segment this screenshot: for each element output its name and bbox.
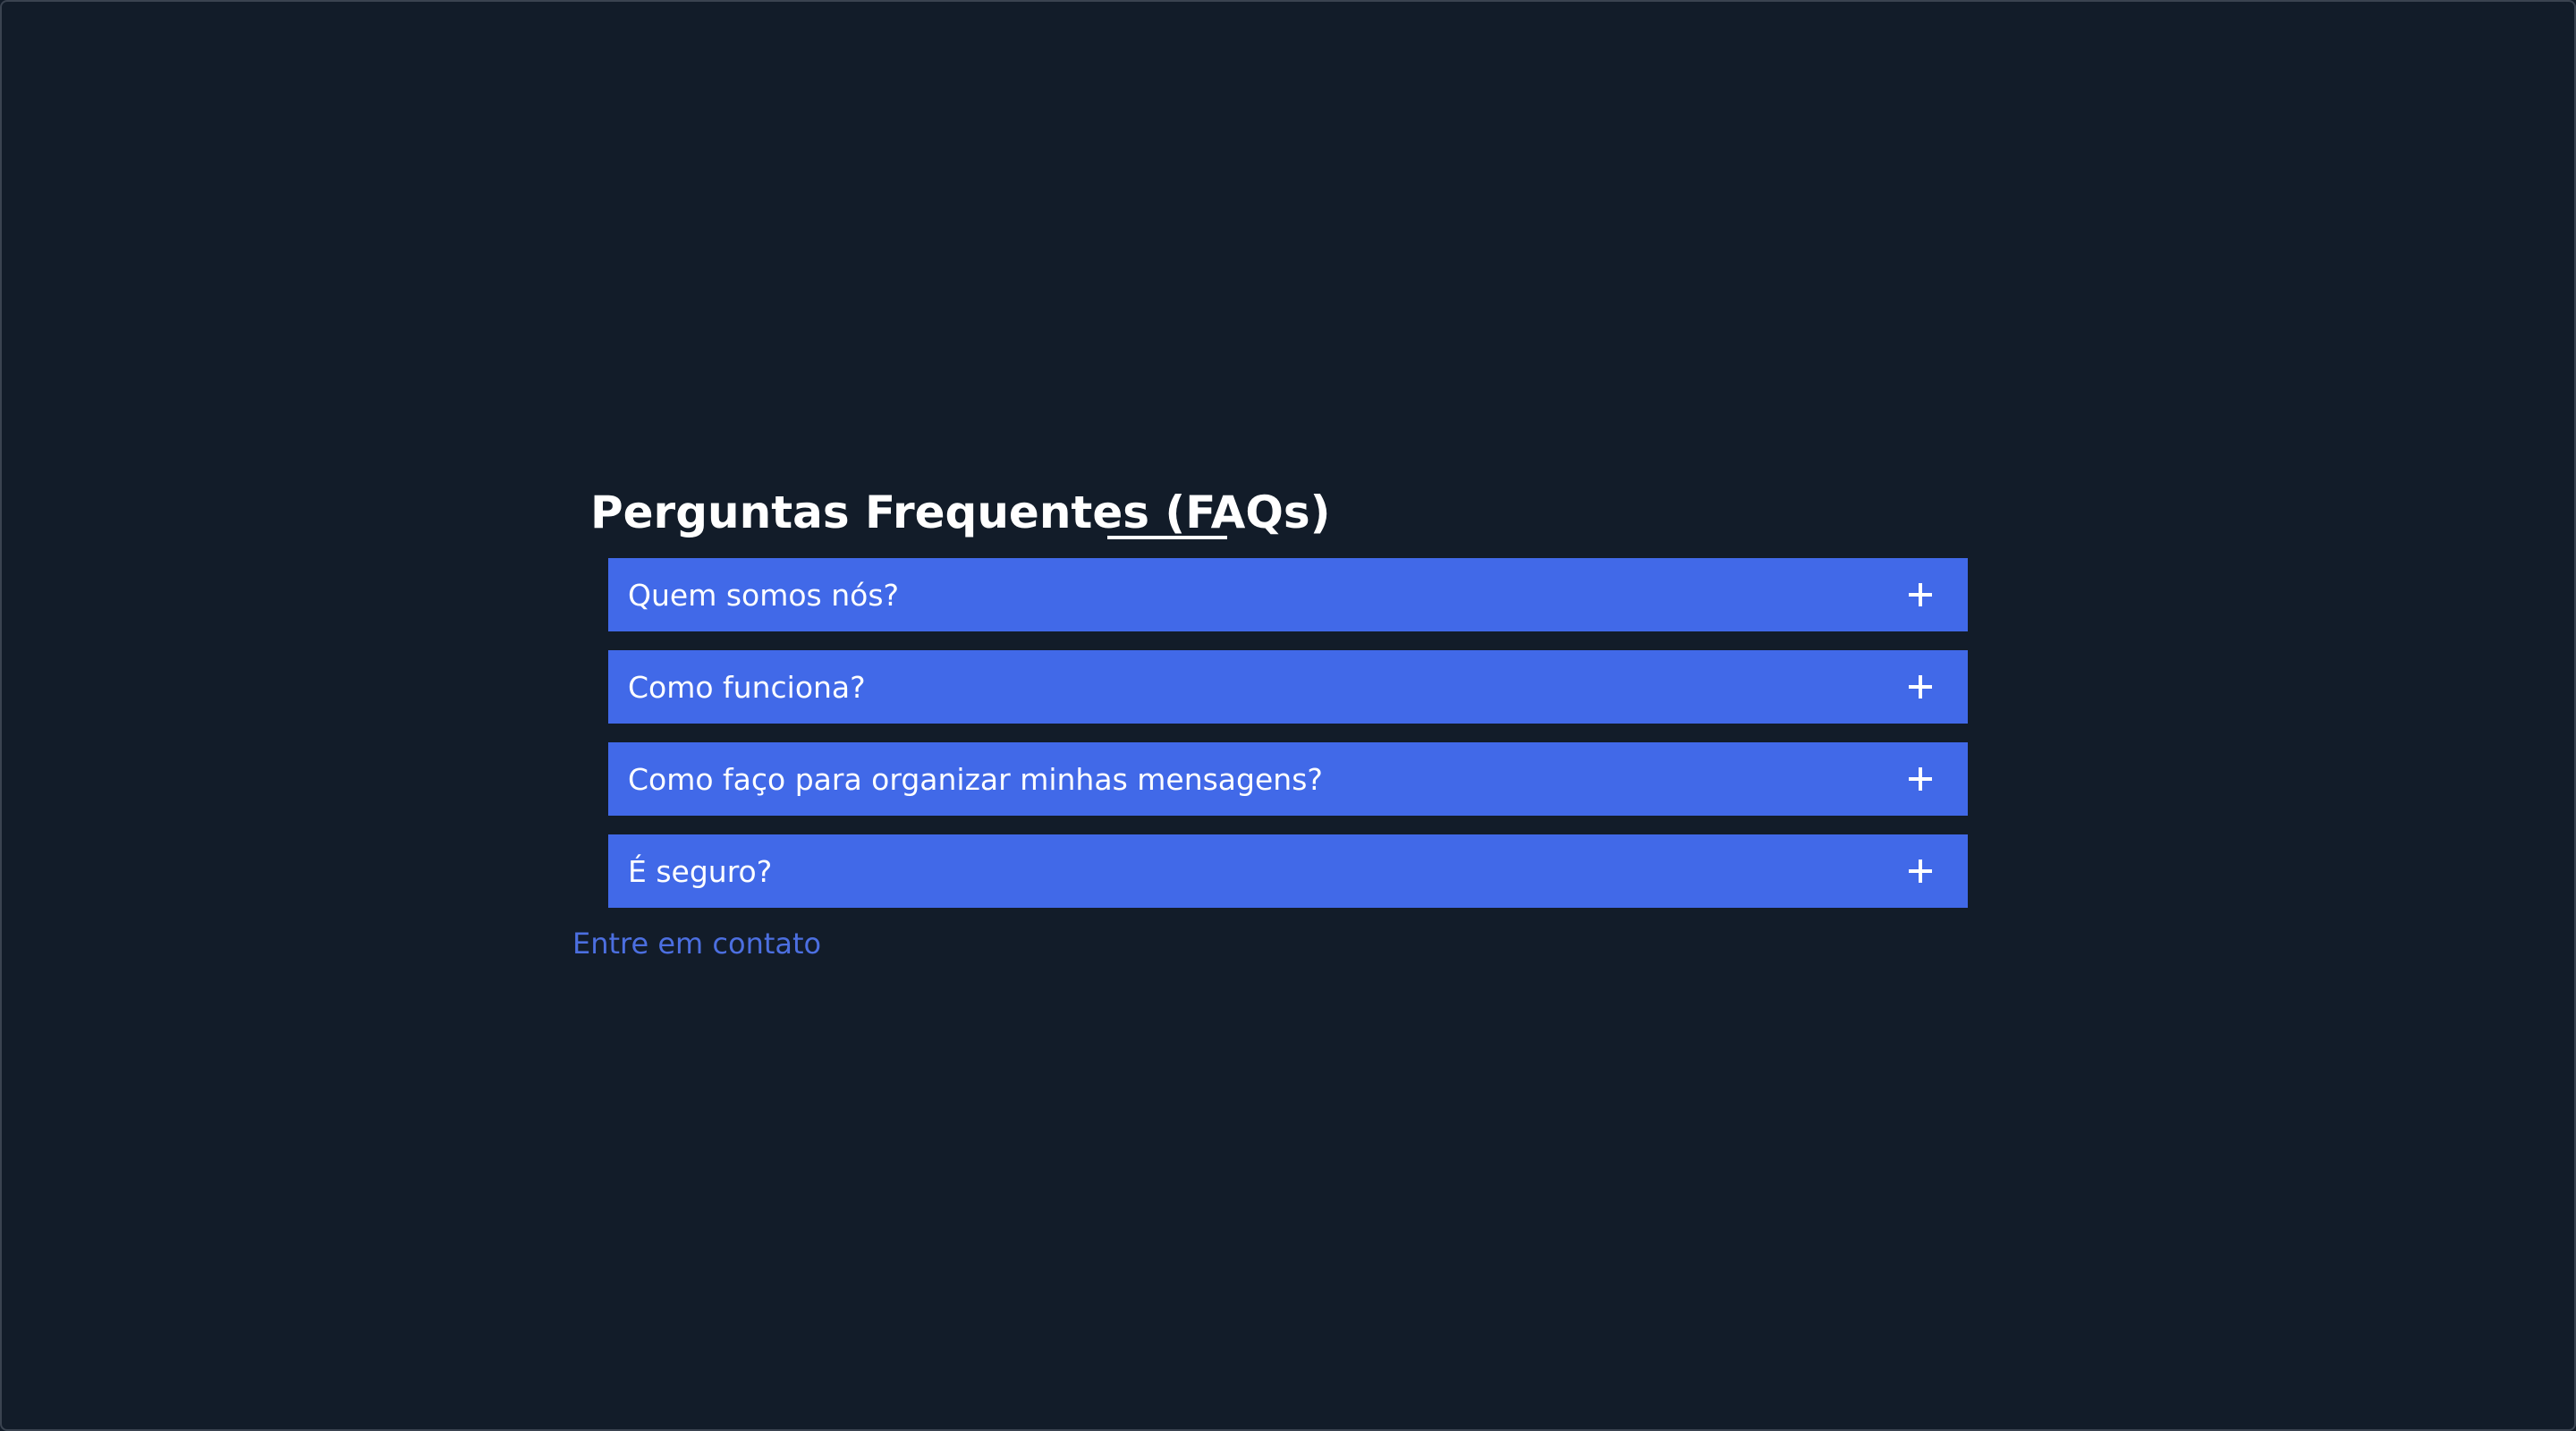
title-underline bbox=[1107, 536, 1227, 539]
plus-icon[interactable] bbox=[1909, 859, 1932, 883]
plus-icon[interactable] bbox=[1909, 675, 1932, 699]
faq-item-quem-somos[interactable]: Quem somos nós? bbox=[608, 558, 1968, 631]
plus-icon[interactable] bbox=[1909, 583, 1932, 606]
plus-icon[interactable] bbox=[1909, 767, 1932, 791]
faq-question: É seguro? bbox=[628, 853, 773, 889]
contact-link[interactable]: Entre em contato bbox=[572, 927, 821, 961]
faq-item-e-seguro[interactable]: É seguro? bbox=[608, 834, 1968, 908]
faq-question: Como faço para organizar minhas mensagen… bbox=[628, 761, 1323, 797]
faq-item-como-funciona[interactable]: Como funciona? bbox=[608, 650, 1968, 724]
faq-list: Quem somos nós? Como funciona? Como faço… bbox=[608, 558, 1968, 927]
faq-item-organizar-mensagens[interactable]: Como faço para organizar minhas mensagen… bbox=[608, 742, 1968, 816]
faq-question: Como funciona? bbox=[628, 669, 866, 705]
faq-question: Quem somos nós? bbox=[628, 577, 900, 613]
page-title: Perguntas Frequentes (FAQs) bbox=[590, 487, 1331, 538]
